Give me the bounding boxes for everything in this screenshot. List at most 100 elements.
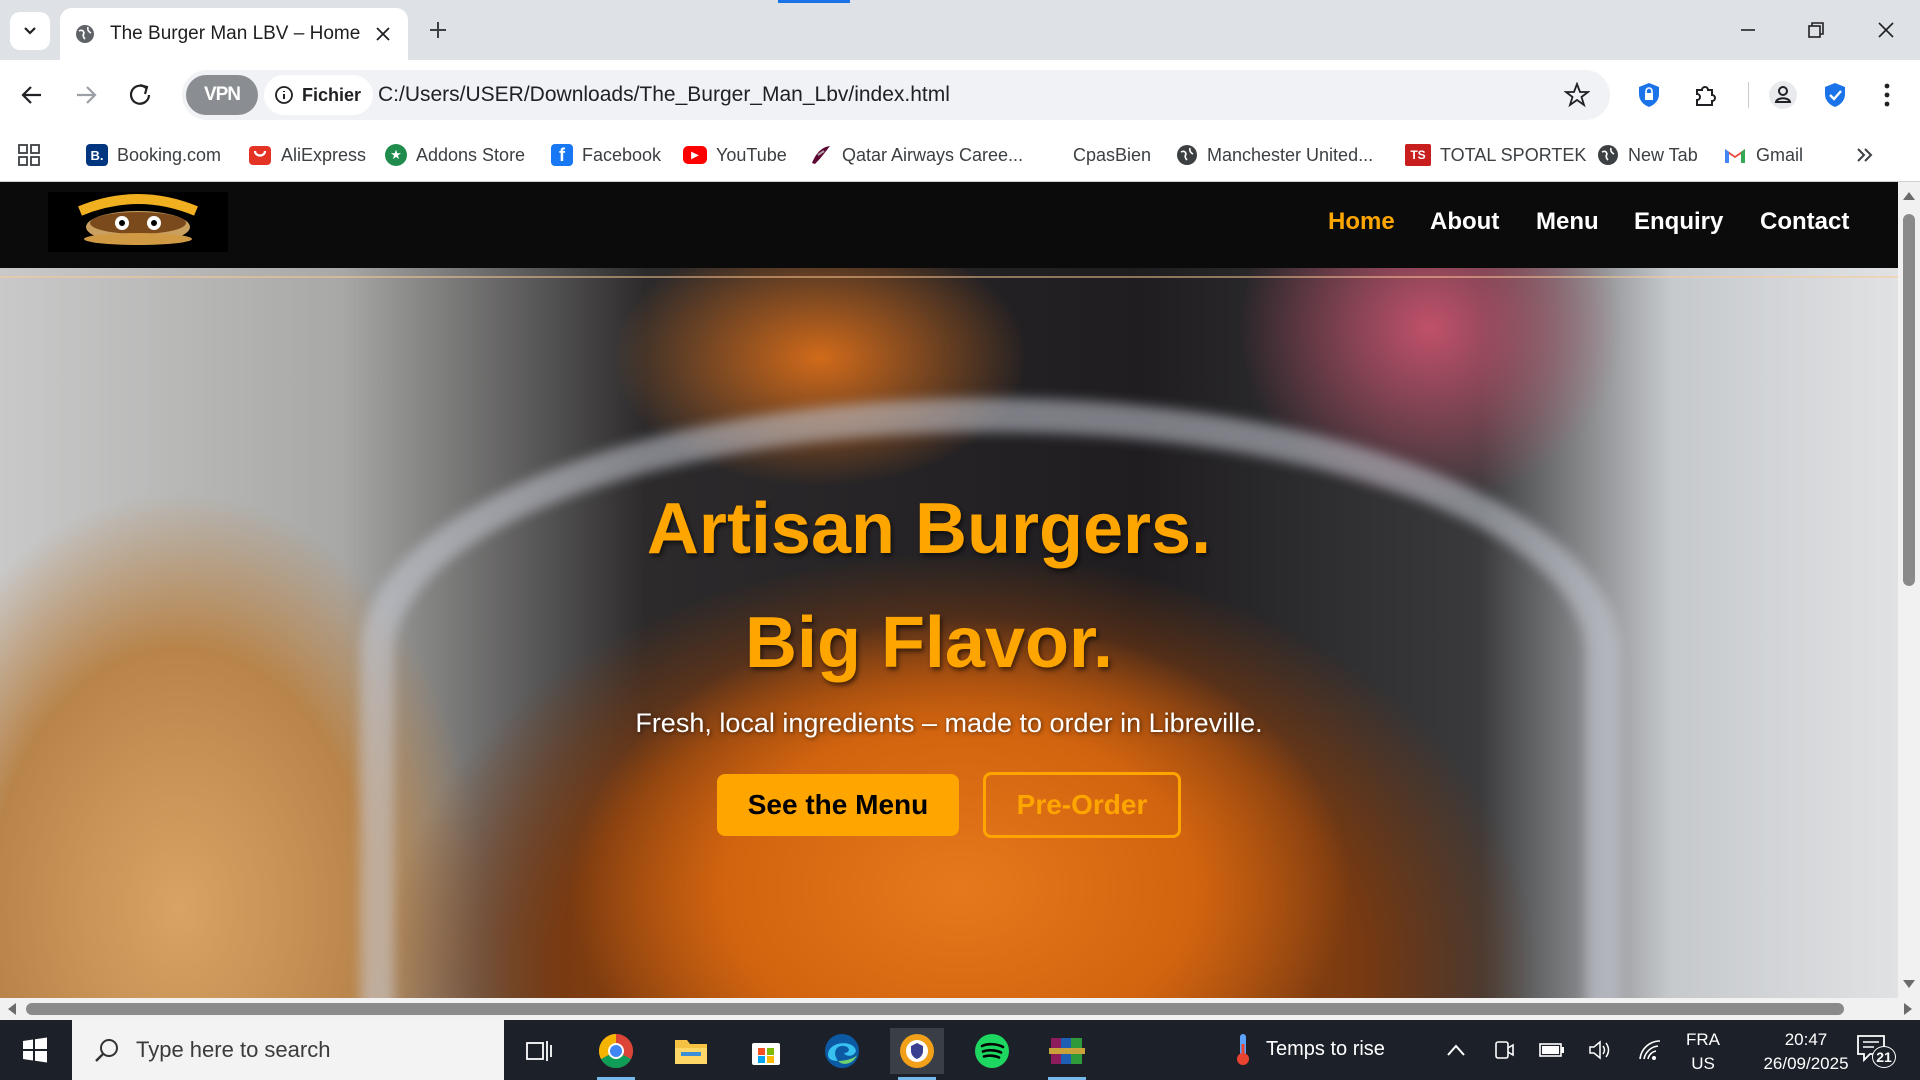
edge-button[interactable]	[815, 1028, 869, 1074]
browser-menu-button[interactable]	[1870, 78, 1904, 112]
minimize-button[interactable]	[1718, 10, 1778, 50]
puzzle-icon	[1696, 86, 1716, 106]
bookmark-star-icon[interactable]	[1564, 82, 1590, 108]
vpn-toggle[interactable]: VPN	[186, 75, 258, 115]
site-logo[interactable]	[48, 192, 228, 252]
task-view-button[interactable]	[512, 1028, 566, 1074]
battery-icon	[1539, 1043, 1564, 1057]
url-text[interactable]: C:/Users/USER/Downloads/The_Burger_Man_L…	[378, 83, 950, 107]
bookmark-new-tab[interactable]: New Tab	[1597, 140, 1698, 170]
folder-icon	[675, 1040, 707, 1064]
browser-tab[interactable]: The Burger Man LBV – Home	[60, 8, 408, 60]
back-button[interactable]	[12, 75, 52, 115]
total-sportek-icon: TS	[1405, 144, 1431, 166]
restore-icon	[1808, 22, 1824, 38]
site-info-label: Fichier	[302, 84, 362, 105]
show-hidden-icons-button[interactable]	[1442, 1036, 1470, 1064]
microsoft-store-button[interactable]	[739, 1028, 793, 1074]
vertical-scroll-thumb[interactable]	[1903, 214, 1915, 586]
store-icon	[752, 1043, 780, 1065]
spotify-button[interactable]	[965, 1028, 1019, 1074]
arrow-left-icon	[21, 86, 41, 104]
hero-subtitle: Fresh, local ingredients – made to order…	[635, 708, 1263, 738]
vertical-scrollbar[interactable]	[1898, 182, 1920, 998]
minimize-icon	[1741, 29, 1755, 31]
see-menu-button[interactable]: See the Menu	[717, 774, 959, 836]
site-info-button[interactable]: Fichier	[264, 75, 374, 115]
qatar-airways-icon	[812, 146, 830, 164]
close-tab-icon[interactable]	[372, 23, 394, 45]
bookmark-booking[interactable]: B. Booking.com	[86, 140, 221, 170]
bookmark-manchester-united[interactable]: Manchester United...	[1176, 140, 1373, 170]
windows-logo-icon	[23, 1037, 47, 1063]
globe-icon	[1177, 145, 1197, 165]
volume-tray[interactable]	[1586, 1036, 1614, 1064]
addons-store-icon: ★	[385, 144, 407, 166]
nav-about[interactable]: About	[1430, 208, 1499, 236]
bookmark-qatar-airways[interactable]: Qatar Airways Caree...	[809, 140, 1023, 170]
scroll-down-icon[interactable]	[1903, 980, 1915, 990]
winrar-button[interactable]	[1040, 1028, 1094, 1080]
bookmarks-overflow-button[interactable]	[1854, 140, 1874, 170]
nav-home[interactable]: Home	[1328, 208, 1395, 236]
bookmark-aliexpress[interactable]: AliExpress	[248, 140, 366, 170]
system-clock[interactable]: 20:47 26/09/2025	[1752, 1028, 1860, 1076]
horizontal-scroll-thumb[interactable]	[26, 1003, 1844, 1015]
bookmark-total-sportek[interactable]: TS TOTAL SPORTEK	[1405, 140, 1586, 170]
start-button[interactable]	[0, 1020, 70, 1080]
nav-contact[interactable]: Contact	[1760, 208, 1849, 236]
chevron-up-icon	[1447, 1044, 1465, 1056]
vpn-browser-button[interactable]	[890, 1028, 944, 1080]
language-code: FRA	[1686, 1030, 1720, 1049]
forward-button[interactable]	[66, 75, 106, 115]
nav-menu[interactable]: Menu	[1536, 208, 1599, 236]
pre-order-button[interactable]: Pre-Order	[983, 772, 1181, 838]
toolbar-separator	[1748, 82, 1749, 108]
globe-icon	[1598, 145, 1618, 165]
profile-button[interactable]	[1766, 78, 1800, 112]
bookmark-label: New Tab	[1628, 144, 1698, 165]
notification-center-button[interactable]: 21	[1856, 1034, 1896, 1068]
apps-button[interactable]	[18, 140, 40, 170]
chevron-down-icon	[24, 27, 36, 35]
scroll-up-icon[interactable]	[1903, 190, 1915, 200]
extensions-button[interactable]	[1688, 78, 1722, 112]
file-explorer-button[interactable]	[664, 1028, 718, 1074]
scroll-right-icon[interactable]	[1904, 1003, 1914, 1015]
facebook-icon: f	[551, 144, 573, 166]
shield-lock-icon	[1639, 83, 1659, 107]
scroll-left-icon[interactable]	[6, 1003, 16, 1015]
weather-text: Temps to rise	[1266, 1037, 1385, 1060]
horizontal-scrollbar[interactable]	[0, 998, 1920, 1020]
password-manager-extension[interactable]	[1632, 78, 1666, 112]
bookmark-addons-store[interactable]: ★ Addons Store	[385, 140, 525, 170]
security-extension[interactable]	[1818, 78, 1852, 112]
keyboard-layout: US	[1691, 1054, 1715, 1073]
chrome-taskbar-button[interactable]	[589, 1028, 643, 1080]
close-window-button[interactable]	[1856, 10, 1916, 50]
input-language[interactable]: FRA US	[1686, 1028, 1720, 1076]
nav-enquiry[interactable]: Enquiry	[1634, 208, 1723, 236]
bookmark-cpasbien[interactable]: CpasBien	[1073, 140, 1151, 170]
tab-search-button[interactable]	[10, 12, 50, 50]
network-tray[interactable]	[1636, 1036, 1664, 1064]
address-bar[interactable]: VPN Fichier C:/Users/USER/Downloads/The_…	[182, 70, 1610, 120]
new-tab-icon[interactable]	[424, 16, 452, 44]
edge-icon	[825, 1034, 859, 1068]
reload-button[interactable]	[120, 75, 160, 115]
restore-button[interactable]	[1786, 10, 1846, 50]
weather-widget[interactable]: Temps to rise	[1232, 1032, 1385, 1066]
bookmark-gmail[interactable]: Gmail	[1723, 140, 1803, 170]
taskbar-search[interactable]: Type here to search	[72, 1020, 504, 1080]
meet-now-tray[interactable]	[1490, 1036, 1518, 1064]
bookmark-label: Addons Store	[416, 144, 526, 165]
tab-title: The Burger Man LBV – Home	[110, 23, 361, 44]
battery-tray[interactable]	[1538, 1036, 1566, 1064]
hero-section: Artisan Burgers. Big Flavor. Fresh, loca…	[0, 268, 1898, 998]
burger-logo-icon	[78, 194, 198, 245]
search-placeholder: Type here to search	[136, 1037, 331, 1062]
bookmark-label: Booking.com	[117, 144, 222, 165]
bookmark-facebook[interactable]: f Facebook	[551, 140, 661, 170]
tab-strip: The Burger Man LBV – Home	[0, 0, 1920, 60]
bookmark-youtube[interactable]: ▶ YouTube	[683, 140, 787, 170]
